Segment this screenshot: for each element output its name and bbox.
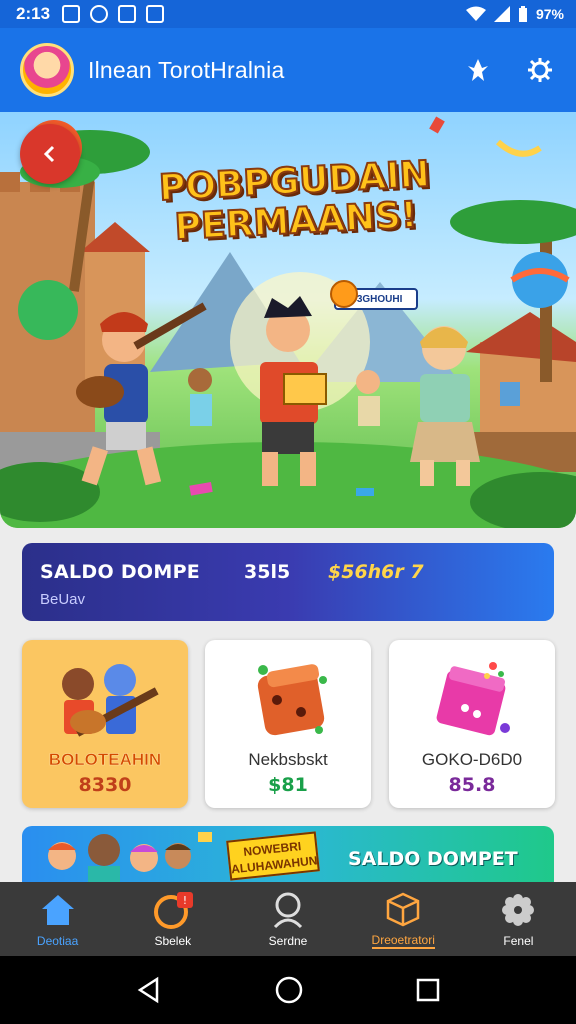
signal-icon	[493, 6, 510, 22]
chevron-left-icon	[43, 145, 55, 163]
nav-item-settings[interactable]: Fenel	[461, 882, 576, 956]
nav-label: Fenel	[503, 934, 534, 948]
recents-square-icon[interactable]	[415, 977, 441, 1003]
notification-icon	[118, 5, 137, 23]
status-bar: 2:13 97%	[0, 0, 576, 28]
wallet-balance-card[interactable]: SALDO DOMPE 35l5 $56h6r 7 BeUav	[22, 543, 554, 621]
nav-label: Dreoetratori	[371, 933, 435, 949]
dice-icon	[257, 664, 327, 736]
settings-icon	[528, 58, 552, 82]
system-navigation-bar	[0, 956, 576, 1024]
battery-icon	[518, 6, 527, 22]
svg-text:!: !	[183, 894, 187, 907]
card-title: Nekbsbskt	[248, 750, 328, 769]
home-icon	[41, 895, 74, 925]
notification-bell-icon	[468, 59, 488, 81]
notification-icon	[146, 5, 165, 23]
wallet-label: SALDO DOMPE	[40, 561, 201, 583]
notification-icon	[62, 5, 81, 23]
promo-text: SALDO DOMPET	[348, 848, 518, 870]
hand-icon	[330, 280, 358, 308]
promo-banner[interactable]: NOWEBRI ALUHAWAHUN SALDO DOMPET	[22, 826, 554, 888]
nav-item-home[interactable]: Deotiaa	[0, 882, 115, 956]
settings-button[interactable]	[524, 54, 556, 86]
wallet-subtext: BeUav	[40, 591, 86, 608]
notification-bell-button[interactable]	[462, 54, 494, 86]
ring-icon: !	[153, 892, 193, 929]
card-value: 85.8	[448, 774, 496, 796]
app-bar: Ilnean TorotHralnia	[0, 28, 576, 112]
profile-icon	[273, 892, 303, 929]
battery-level: 97%	[535, 6, 564, 22]
wallet-value-primary: 35l5	[244, 561, 291, 583]
wifi-icon	[465, 6, 486, 21]
feature-card-band[interactable]: BOLOTEAHIN 8330	[22, 640, 188, 808]
feature-card-gift[interactable]: GOKO-D6D0 85.8	[389, 640, 555, 808]
back-triangle-icon[interactable]	[135, 976, 163, 1004]
hero-title: POBPGUDAIN PERMAANS!	[157, 153, 432, 249]
nav-label: Deotiaa	[36, 934, 79, 948]
feature-card-dice[interactable]: Nekbsbskt $81	[205, 640, 371, 808]
card-title: GOKO-D6D0	[421, 750, 523, 769]
card-value: $81	[268, 774, 308, 796]
nav-item-rewards[interactable]: ! Sbelek	[115, 882, 230, 956]
wallet-value-secondary: $56h6r 7	[328, 561, 424, 583]
promo-characters	[48, 832, 212, 888]
nav-item-profile[interactable]: Serdne	[230, 882, 345, 956]
box-icon	[386, 892, 420, 927]
hero-banner[interactable]: POBPGUDAIN PERMAANS! B3GHOUHI	[0, 112, 576, 528]
nav-label: Serdne	[268, 934, 308, 948]
back-button[interactable]	[20, 124, 80, 184]
card-value: 8330	[78, 774, 132, 796]
notification-icon	[90, 5, 109, 23]
home-circle-icon[interactable]	[274, 975, 304, 1005]
status-time: 2:13	[16, 4, 51, 23]
card-title: BOLOTEAHIN	[48, 750, 162, 770]
nav-label: Sbelek	[154, 934, 192, 948]
avatar[interactable]	[20, 43, 74, 97]
bottom-navigation: Deotiaa ! Sbelek Serdne Dreoetratori Fen…	[0, 882, 576, 956]
promo-badge: NOWEBRI ALUHAWAHUN	[226, 831, 320, 881]
nav-item-inventory[interactable]: Dreoetratori	[346, 882, 461, 956]
gift-box-icon	[436, 662, 510, 736]
app-title: Ilnean TorotHralnia	[88, 56, 285, 83]
band-illustration	[62, 664, 159, 737]
gear-icon	[502, 894, 535, 926]
